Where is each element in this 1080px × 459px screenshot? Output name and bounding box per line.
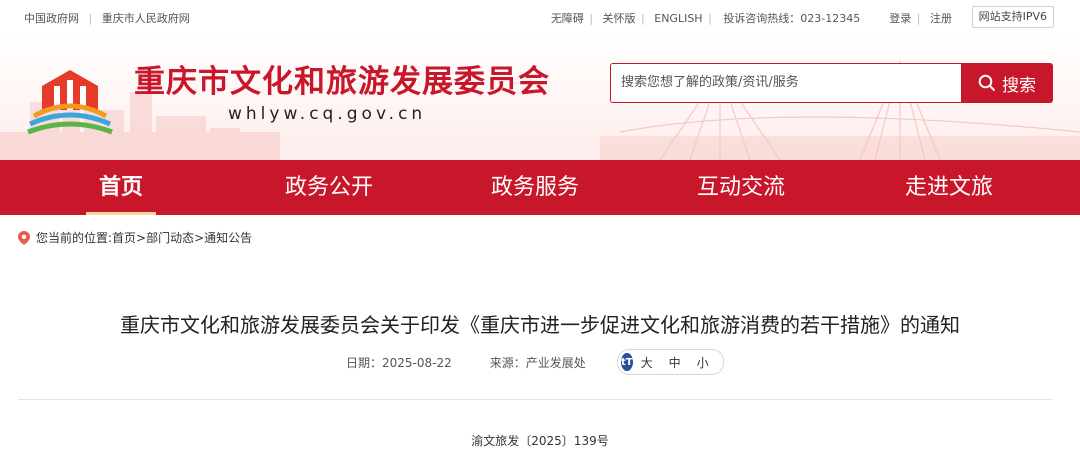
emblem-logo-icon [27, 70, 113, 135]
divider: | [916, 12, 921, 25]
link-chongqing-gov[interactable]: 重庆市人民政府网 [102, 12, 190, 25]
site-title: 重庆市文化和旅游发展委员会 [134, 64, 550, 100]
nav-item-gov-services[interactable]: 政务服务 [482, 160, 588, 215]
elder-mode-link[interactable]: 关怀版 [603, 12, 636, 25]
search-box [610, 63, 962, 103]
font-size-control: tT 大 中 小 [617, 349, 724, 375]
font-size-medium[interactable]: 中 [669, 354, 681, 371]
article-meta: 日期：2025-08-22 来源：产业发展处 [346, 354, 586, 371]
font-size-large[interactable]: 大 [641, 354, 653, 371]
article-title: 重庆市文化和旅游发展委员会关于印发《重庆市进一步促进文化和旅游消费的若干措施》的… [120, 313, 960, 337]
divider: | [641, 12, 645, 25]
nav-item-interaction[interactable]: 互动交流 [688, 160, 794, 215]
search-input[interactable] [611, 64, 961, 100]
top-right-links: 无障碍 | 关怀版 | ENGLISH | 投诉咨询热线：023-12345 登… [551, 10, 952, 26]
search-button-label: 搜索 [1002, 75, 1036, 96]
search-icon [978, 74, 996, 92]
link-china-gov[interactable]: 中国政府网 [24, 12, 79, 25]
nav-item-gov-info[interactable]: 政务公开 [276, 160, 382, 215]
content-divider [18, 399, 1053, 400]
font-size-icon: tT [621, 353, 633, 371]
document-number: 渝文旅发〔2025〕139号 [471, 434, 609, 448]
nav-item-culture-tourism[interactable]: 走进文旅 [896, 160, 1002, 215]
top-left-links: 中国政府网 | 重庆市人民政府网 [24, 10, 190, 26]
ipv6-badge[interactable]: 网站支持IPV6 [971, 6, 1054, 28]
divider: | [708, 12, 712, 25]
login-link[interactable]: 登录 [889, 12, 911, 25]
breadcrumb-text[interactable]: 您当前的位置:首页>部门动态>通知公告 [36, 229, 252, 246]
hotline-text: 投诉咨询热线：023-12345 [723, 12, 861, 25]
nav-item-home[interactable]: 首页 [86, 160, 156, 215]
font-size-small[interactable]: 小 [697, 354, 709, 371]
divider: | [88, 12, 93, 25]
location-pin-icon [18, 230, 30, 245]
header: 重庆市文化和旅游发展委员会 whlyw.cq.gov.cn 搜索 [0, 32, 1080, 160]
register-link[interactable]: 注册 [930, 12, 952, 25]
main-nav: 首页 政务公开 政务服务 互动交流 走进文旅 [0, 160, 1080, 215]
english-link[interactable]: ENGLISH [654, 12, 702, 25]
article-source: 来源：产业发展处 [489, 356, 586, 370]
site-domain: whlyw.cq.gov.cn [228, 104, 427, 124]
article-date: 日期：2025-08-22 [346, 356, 452, 370]
search-button[interactable]: 搜索 [961, 63, 1053, 103]
accessibility-link[interactable]: 无障碍 [551, 12, 584, 25]
breadcrumb: 您当前的位置:首页>部门动态>通知公告 [18, 229, 252, 246]
top-bar: 中国政府网 | 重庆市人民政府网 无障碍 | 关怀版 | ENGLISH | 投… [0, 0, 1080, 32]
divider: | [589, 12, 594, 25]
